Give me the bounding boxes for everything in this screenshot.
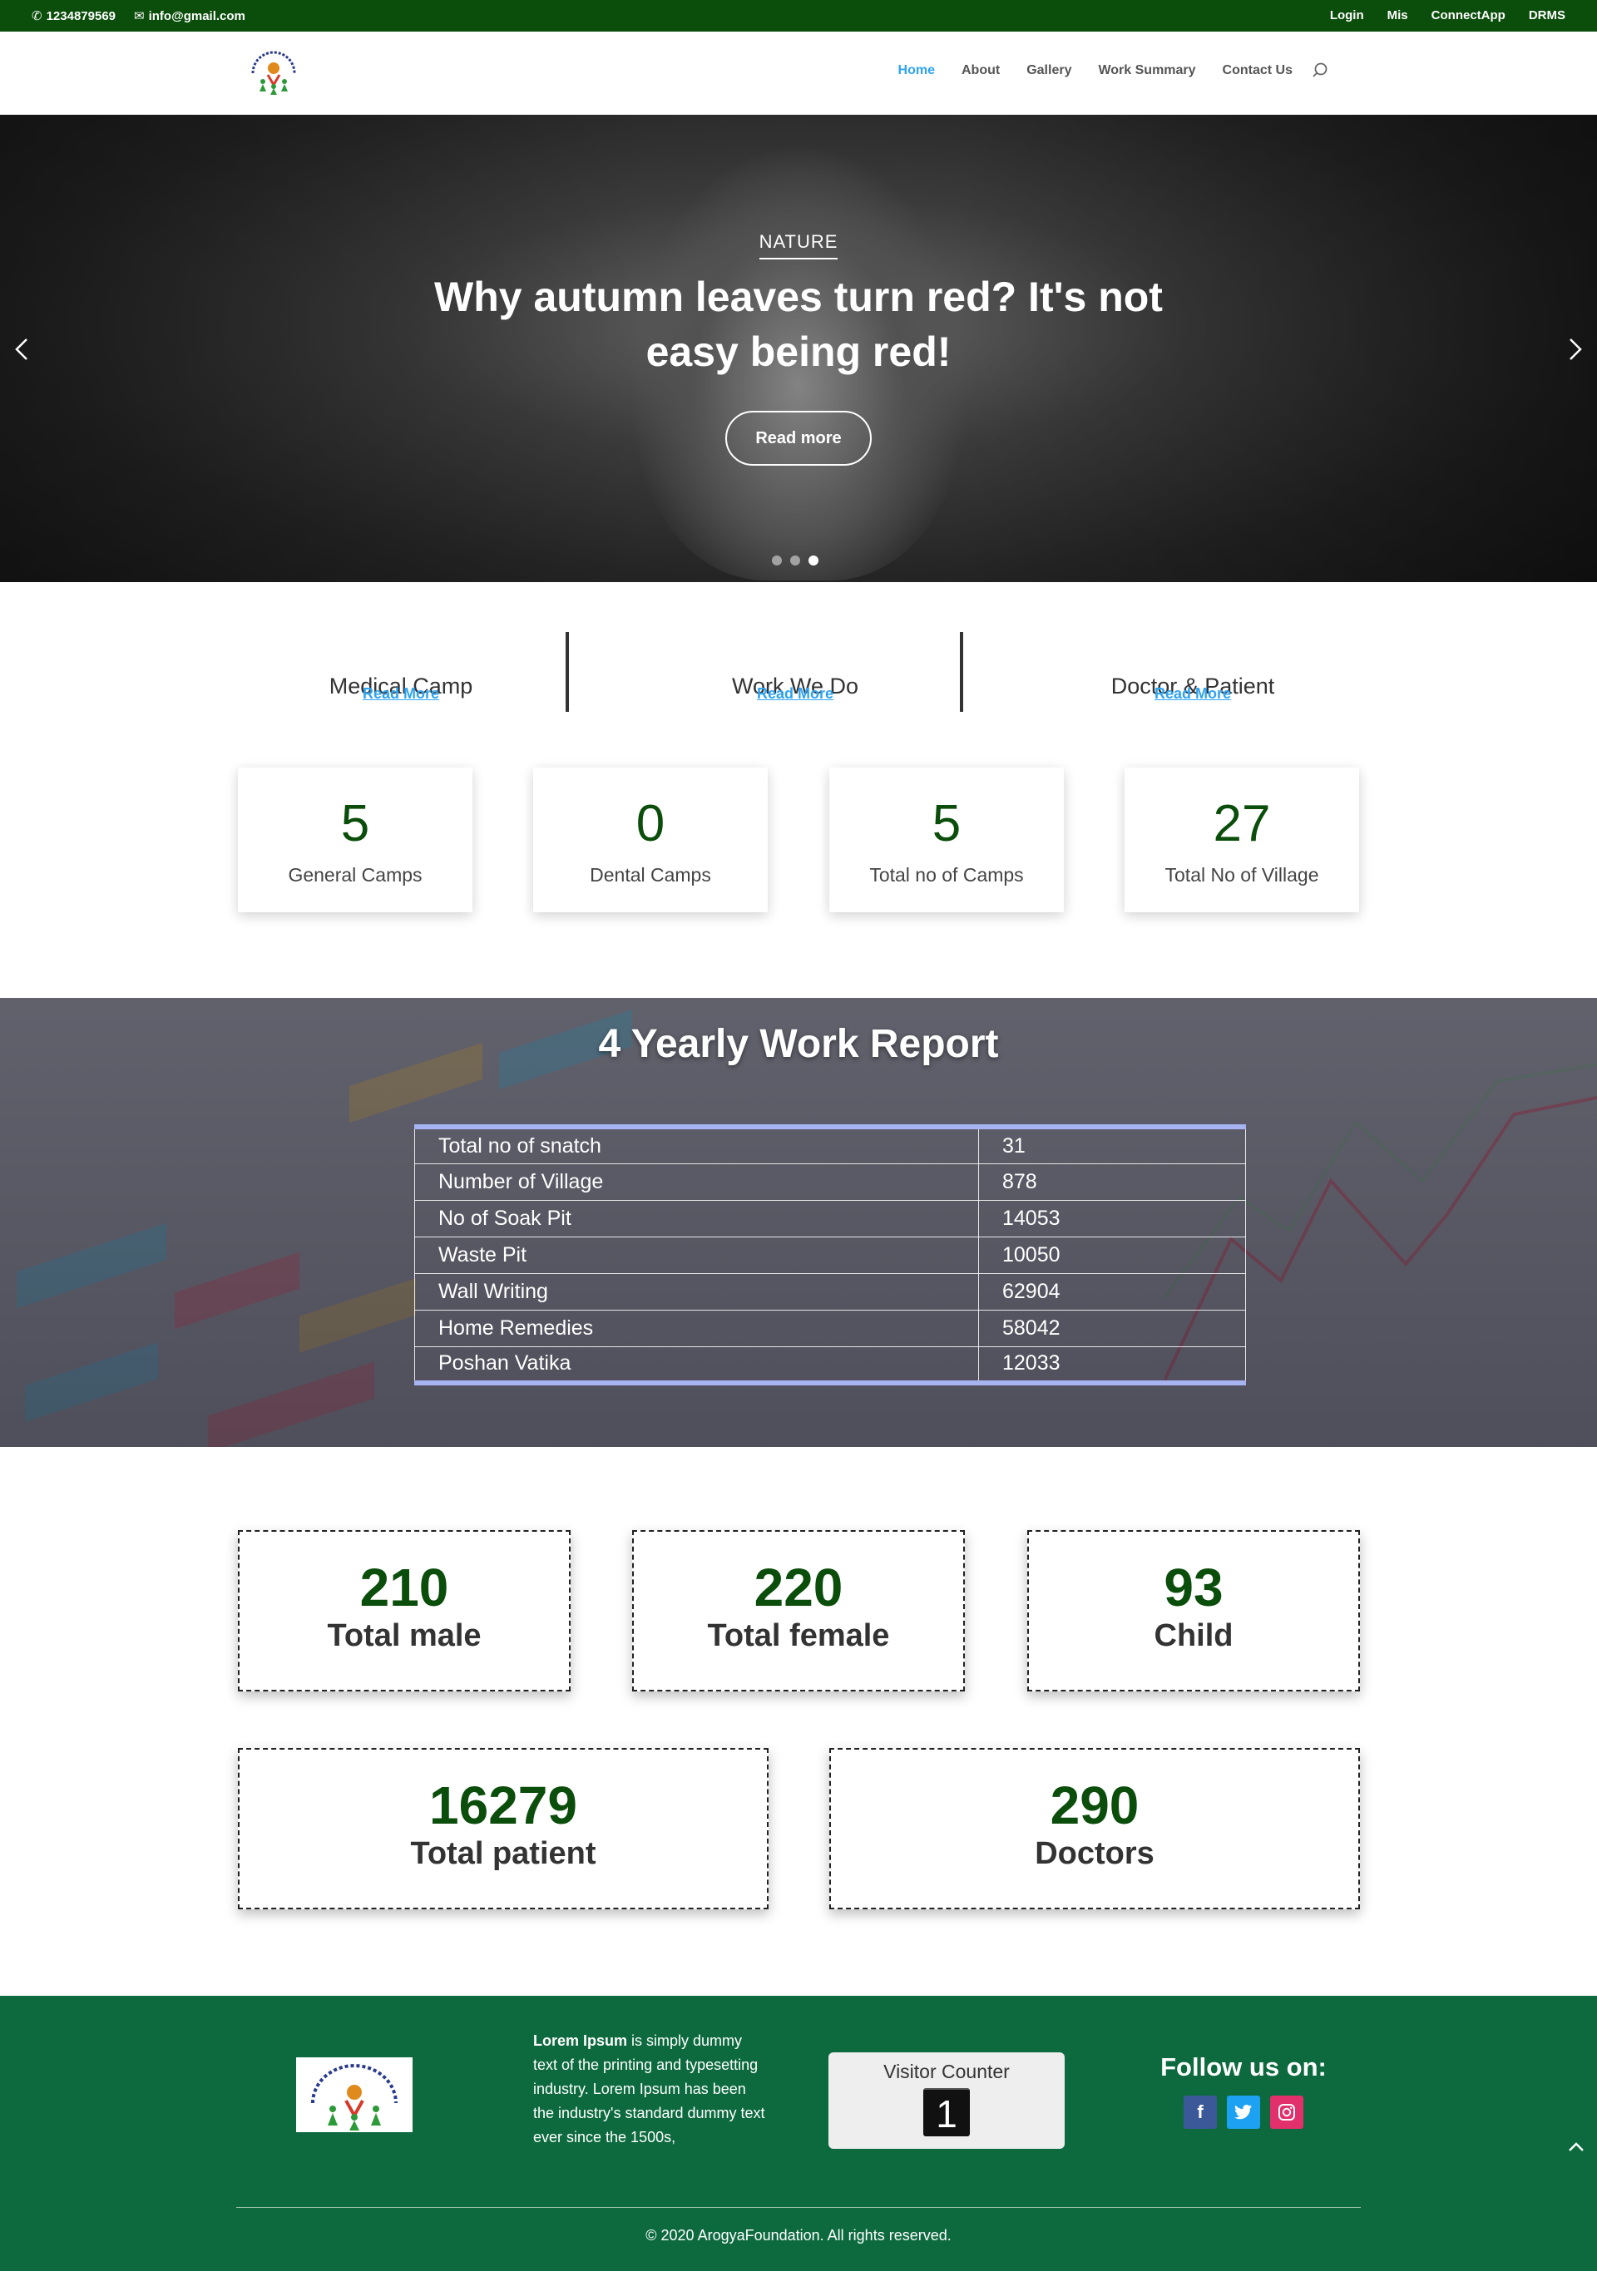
search-icon[interactable]: [1311, 62, 1329, 80]
divider: [566, 632, 569, 712]
drms-link[interactable]: DRMS: [1529, 8, 1565, 22]
features-section: Medical Camp Read More Work We Do Read M…: [0, 582, 1597, 998]
feature-doctor-patient: Doctor & Patient Read More: [1060, 674, 1326, 702]
stat-card-general-camps: 5 General Camps: [238, 768, 472, 912]
email-address: info@gmail.com: [148, 8, 245, 23]
slider-dots: [772, 555, 818, 565]
stat-value: 5: [932, 795, 962, 852]
copyright-text: © 2020 ArogyaFoundation. All rights rese…: [645, 2227, 952, 2244]
stat-card-total-village: 27 Total No of Village: [1125, 768, 1359, 912]
nav-about[interactable]: About: [962, 63, 1000, 78]
stat-card-dental-camps: 0 Dental Camps: [533, 768, 768, 912]
nav-contact-us[interactable]: Contact Us: [1223, 63, 1293, 78]
stat-value: 27: [1213, 795, 1271, 852]
feature-work-we-do: Work We Do Read More: [662, 674, 928, 702]
feature-read-more-link[interactable]: Read More: [662, 685, 928, 703]
twitter-icon[interactable]: [1227, 2096, 1260, 2129]
feature-medical-camp: Medical Camp Read More: [268, 674, 534, 702]
table-row: Home Remedies 58042: [414, 1309, 1246, 1347]
hero-title: Why autumn leaves turn red? It's not eas…: [434, 274, 1163, 375]
instagram-icon[interactable]: [1270, 2096, 1303, 2129]
table-row: Waste Pit 10050: [414, 1236, 1246, 1274]
mis-link[interactable]: Mis: [1387, 8, 1408, 22]
divider: [960, 632, 963, 712]
follow-us: Follow us on: f: [1148, 2052, 1339, 2129]
report-title: 4 Yearly Work Report: [598, 1022, 999, 1066]
stat-label: Doctors: [1035, 1836, 1154, 1871]
stat-card-total-patient: 16279 Total patient: [238, 1748, 769, 1909]
slider-dot[interactable]: [772, 555, 782, 565]
facebook-icon[interactable]: f: [1184, 2096, 1217, 2129]
work-report-section: 4 Yearly Work Report Total no of snatch 3…: [0, 998, 1597, 1447]
slider-dot-active[interactable]: [808, 555, 818, 565]
report-table: Total no of snatch 31 Number of Village 87…: [414, 1124, 1246, 1385]
stat-label: Dental Camps: [590, 864, 711, 886]
stat-label: Total no of Camps: [869, 864, 1024, 886]
stat-label: Total patient: [410, 1836, 596, 1871]
nav-gallery[interactable]: Gallery: [1026, 63, 1071, 78]
email-contact: ✉ info@gmail.com: [134, 8, 245, 24]
stat-value: 210: [359, 1558, 449, 1617]
table-row: No of Soak Pit 14053: [414, 1199, 1246, 1237]
stat-label: Child: [1154, 1618, 1234, 1653]
stat-card-total-male: 210 Total male: [238, 1530, 571, 1691]
slider-prev-arrow-icon[interactable]: [10, 333, 35, 366]
stat-value: 5: [340, 795, 370, 852]
stat-label: Total male: [327, 1618, 482, 1653]
stat-label: General Camps: [288, 864, 423, 886]
site-header: Home About Gallery Work Summary Contact …: [0, 32, 1597, 115]
stat-value: 16279: [429, 1775, 577, 1835]
hero-category: NATURE: [759, 231, 838, 259]
visitor-counter-value: 1: [923, 2088, 970, 2136]
stat-card-doctors: 290 Doctors: [829, 1748, 1360, 1909]
site-logo[interactable]: [246, 48, 301, 96]
slider-dot[interactable]: [790, 555, 800, 565]
footer-logo[interactable]: [296, 2057, 413, 2132]
visitor-counter-title: Visitor Counter: [883, 2061, 1010, 2082]
stat-value: 220: [754, 1558, 843, 1617]
table-row: Number of Village 878: [414, 1163, 1246, 1201]
phone-contact: ✆ 1234879569: [32, 8, 116, 24]
slider-next-arrow-icon[interactable]: [1562, 333, 1587, 366]
follow-us-title: Follow us on:: [1160, 2052, 1327, 2081]
footer-about-text: Lorem Ipsum is simply dummy text of the …: [533, 2032, 765, 2145]
nav-home[interactable]: Home: [898, 63, 935, 78]
feature-read-more-link[interactable]: Read More: [268, 685, 534, 703]
top-bar: ✆ 1234879569 ✉ info@gmail.com Login Mis …: [0, 0, 1597, 32]
stat-value: 93: [1164, 1558, 1224, 1617]
connectapp-link[interactable]: ConnectApp: [1431, 8, 1506, 22]
main-nav: Home About Gallery Work Summary Contact …: [898, 62, 1328, 78]
stat-card-total-camps: 5 Total no of Camps: [829, 768, 1064, 912]
chevron-up-icon: [1569, 2142, 1584, 2151]
mail-icon: ✉: [134, 9, 145, 23]
nav-work-summary[interactable]: Work Summary: [1098, 63, 1195, 78]
site-footer: Lorem Ipsum is simply dummy text of the …: [0, 1996, 1597, 2271]
stat-card-total-female: 220 Total female: [632, 1530, 965, 1691]
visitor-counter: Visitor Counter 1: [828, 2052, 1065, 2149]
table-row: Poshan Vatika 12033: [414, 1346, 1246, 1384]
hero-slider: NATURE Why autumn leaves turn red? It's …: [0, 115, 1597, 582]
login-link[interactable]: Login: [1330, 8, 1364, 22]
stat-label: Total female: [707, 1618, 890, 1653]
phone-number: 1234879569: [46, 8, 116, 23]
scroll-to-top-button[interactable]: [1555, 2127, 1597, 2167]
footer-divider: [236, 2207, 1361, 2208]
table-row: Total no of snatch 31: [414, 1126, 1246, 1164]
stat-label: Total No of Village: [1164, 864, 1319, 886]
feature-read-more-link[interactable]: Read More: [1060, 685, 1326, 703]
stat-value: 0: [635, 795, 665, 852]
stat-card-child: 93 Child: [1027, 1530, 1360, 1691]
hero-read-more-button[interactable]: Read more: [725, 411, 872, 466]
table-row: Wall Writing 62904: [414, 1272, 1246, 1311]
stat-value: 290: [1050, 1775, 1140, 1835]
phone-icon: ✆: [32, 9, 42, 23]
